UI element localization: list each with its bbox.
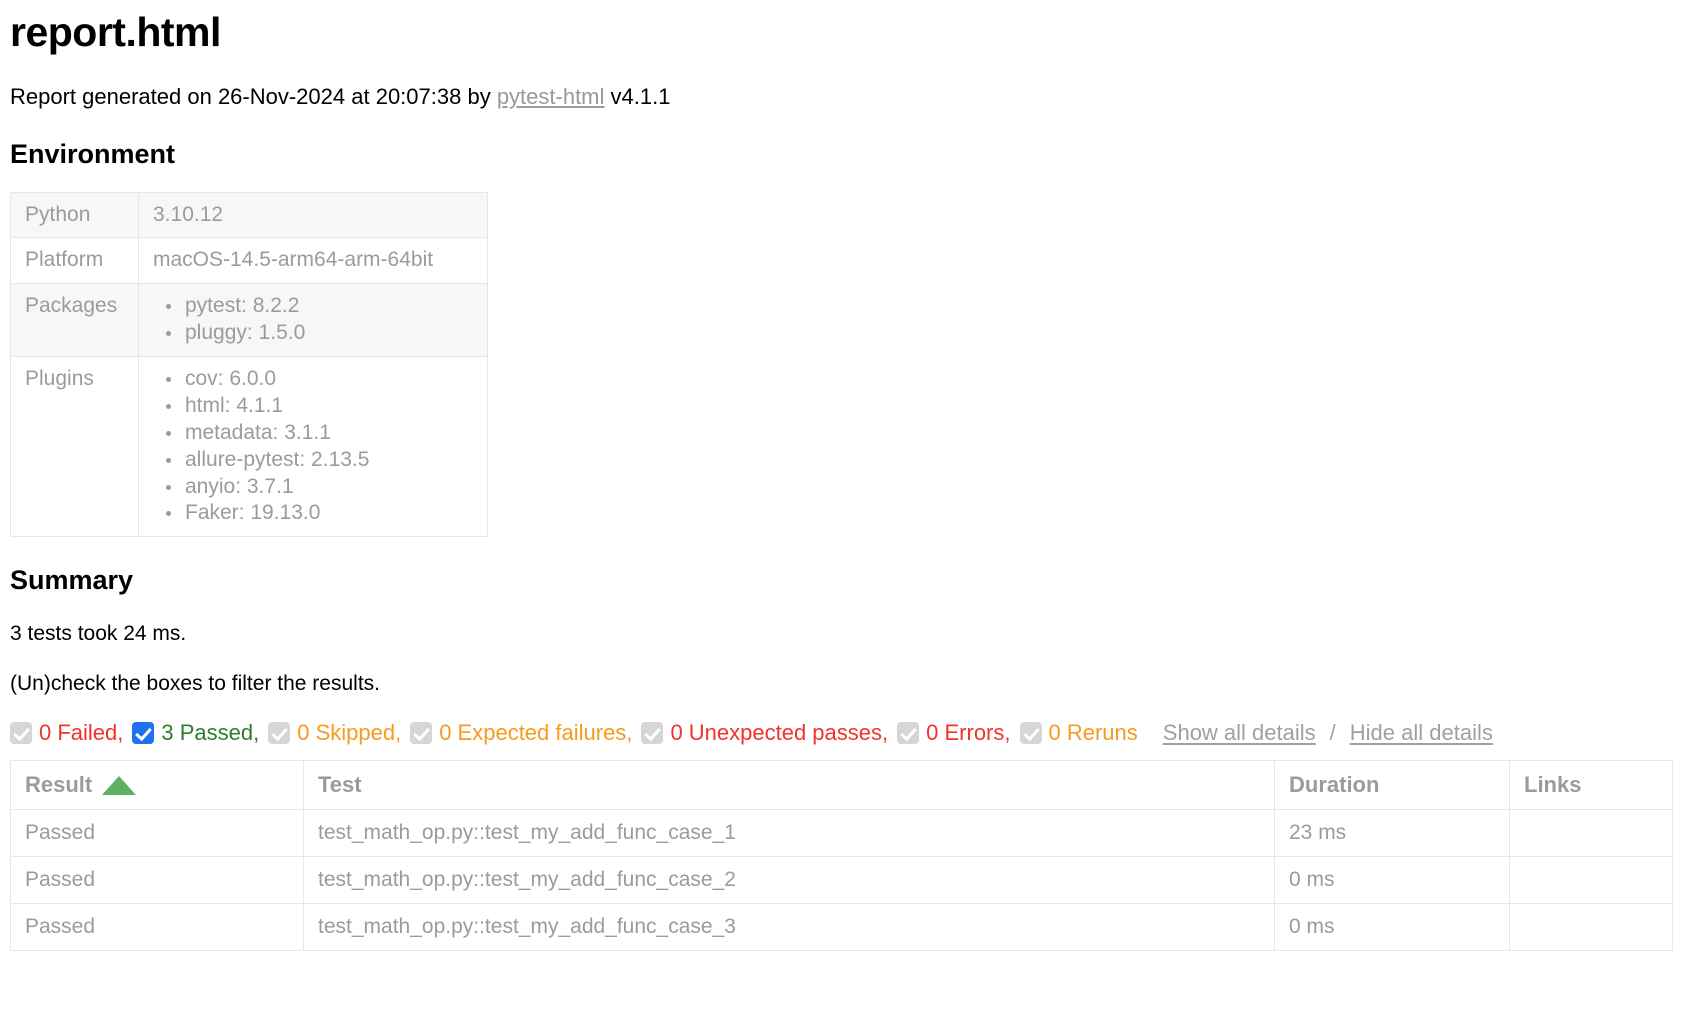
result-duration: 0 ms [1274, 856, 1510, 905]
env-value-list: pytest: 8.2.2 pluggy: 1.5.0 [138, 283, 488, 357]
summary-heading: Summary [10, 565, 134, 596]
env-key: Packages [10, 283, 139, 357]
generator-version: v4.1.1 [604, 84, 671, 109]
filter-passed[interactable]: 3 Passed, [132, 720, 260, 746]
filter-skipped-label: 0 Skipped, [297, 720, 402, 746]
links-separator: / [1329, 720, 1336, 746]
filter-failed-label: 0 Failed, [39, 720, 124, 746]
column-header-result-label: Result [25, 772, 93, 798]
table-row[interactable]: Passed test_math_op.py::test_my_add_func… [10, 809, 1673, 858]
generated-time: 20:07:38 [375, 84, 462, 109]
filter-expected-failures[interactable]: 0 Expected failures, [410, 720, 633, 746]
list-item: allure-pytest: 2.13.5 [183, 447, 473, 474]
list-item: pytest: 8.2.2 [183, 293, 473, 320]
checkbox-unexpected-passes-icon[interactable] [641, 722, 664, 745]
result-status: Passed [10, 903, 304, 952]
checkbox-expected-failures-icon[interactable] [410, 722, 433, 745]
generated-date: 26-Nov-2024 [217, 84, 346, 109]
result-links [1509, 856, 1673, 905]
filter-unexpected-passes[interactable]: 0 Unexpected passes, [641, 720, 889, 746]
result-links [1509, 809, 1673, 858]
sort-ascending-icon [102, 775, 137, 795]
filter-skipped[interactable]: 0 Skipped, [268, 720, 402, 746]
checkbox-failed-icon[interactable] [10, 722, 32, 745]
result-test-name: test_math_op.py::test_my_add_func_case_2 [303, 856, 1275, 905]
result-duration: 23 ms [1274, 809, 1510, 858]
filter-passed-label: 3 Passed, [161, 720, 260, 746]
checkbox-errors-icon[interactable] [897, 722, 920, 745]
filter-errors[interactable]: 0 Errors, [897, 720, 1011, 746]
generated-prefix: Report generated on [10, 84, 218, 109]
result-test-name: test_math_op.py::test_my_add_func_case_1 [303, 809, 1275, 858]
list-item: html: 4.1.1 [183, 393, 473, 420]
hide-all-details-link[interactable]: Hide all details [1350, 722, 1493, 744]
column-header-result[interactable]: Result [10, 760, 304, 811]
generated-by: by [461, 84, 497, 109]
results-table: Result Test Duration Links Passed test_m… [10, 760, 1673, 952]
result-header-inner: Result [25, 772, 137, 798]
table-row: Plugins cov: 6.0.0 html: 4.1.1 metadata:… [10, 355, 488, 538]
results-header-row: Result Test Duration Links [10, 760, 1673, 811]
table-row: Platform macOS-14.5-arm64-arm-64bit [10, 237, 488, 285]
results-table-body: Passed test_math_op.py::test_my_add_func… [10, 809, 1673, 952]
report-page: report.html Report generated on 26-Nov-2… [0, 9, 1686, 952]
table-row[interactable]: Passed test_math_op.py::test_my_add_func… [10, 903, 1673, 952]
result-links [1509, 903, 1673, 952]
result-status: Passed [10, 809, 304, 858]
environment-table: Python 3.10.12 Platform macOS-14.5-arm64… [10, 191, 488, 538]
env-value: macOS-14.5-arm64-arm-64bit [138, 237, 488, 285]
env-value-list: cov: 6.0.0 html: 4.1.1 metadata: 3.1.1 a… [138, 355, 488, 538]
filter-errors-label: 0 Errors, [926, 720, 1011, 746]
result-test-name: test_math_op.py::test_my_add_func_case_3 [303, 903, 1275, 952]
env-key: Plugins [10, 355, 139, 538]
filter-expected-failures-label: 0 Expected failures, [439, 720, 633, 746]
filter-reruns-label: 0 Reruns [1048, 720, 1138, 746]
environment-table-body: Python 3.10.12 Platform macOS-14.5-arm64… [10, 191, 488, 538]
packages-list: pytest: 8.2.2 pluggy: 1.5.0 [153, 293, 473, 347]
pytest-html-link[interactable]: pytest-html [497, 84, 605, 109]
env-value: 3.10.12 [138, 191, 488, 239]
filter-hint-text: (Un)check the boxes to filter the result… [10, 672, 380, 696]
environment-heading: Environment [10, 138, 176, 169]
results-table-head: Result Test Duration Links [10, 760, 1673, 811]
column-header-links[interactable]: Links [1509, 760, 1673, 811]
filter-unexpected-passes-label: 0 Unexpected passes, [670, 720, 889, 746]
table-row: Python 3.10.12 [10, 191, 488, 239]
show-all-details-link[interactable]: Show all details [1163, 722, 1316, 744]
table-row[interactable]: Passed test_math_op.py::test_my_add_func… [10, 856, 1673, 905]
report-generated-line: Report generated on 26-Nov-2024 at 20:07… [10, 83, 1676, 111]
filter-reruns[interactable]: 0 Reruns [1019, 720, 1138, 746]
list-item: anyio: 3.7.1 [183, 474, 473, 501]
list-item: pluggy: 1.5.0 [183, 320, 473, 347]
checkbox-reruns-icon[interactable] [1019, 722, 1042, 745]
column-header-duration[interactable]: Duration [1274, 760, 1510, 811]
generated-mid: at [345, 84, 376, 109]
table-row: Packages pytest: 8.2.2 pluggy: 1.5.0 [10, 283, 488, 357]
list-item: Faker: 19.13.0 [183, 500, 473, 527]
tests-duration-line: 3 tests took 24 ms. [10, 622, 187, 646]
filter-failed[interactable]: 0 Failed, [10, 720, 124, 746]
results-filter-bar: 0 Failed, 3 Passed, 0 Skipped, 0 Expecte… [10, 720, 1676, 746]
list-item: cov: 6.0.0 [183, 366, 473, 393]
env-key: Python [10, 191, 139, 239]
plugins-list: cov: 6.0.0 html: 4.1.1 metadata: 3.1.1 a… [153, 366, 473, 527]
column-header-test[interactable]: Test [303, 760, 1275, 811]
result-duration: 0 ms [1274, 903, 1510, 952]
checkbox-passed-icon[interactable] [132, 722, 155, 745]
checkbox-skipped-icon[interactable] [268, 722, 291, 745]
detail-toggle-links: Show all details / Hide all details [1163, 722, 1493, 744]
list-item: metadata: 3.1.1 [183, 420, 473, 447]
env-key: Platform [10, 237, 139, 285]
result-status: Passed [10, 856, 304, 905]
page-title: report.html [10, 9, 221, 55]
